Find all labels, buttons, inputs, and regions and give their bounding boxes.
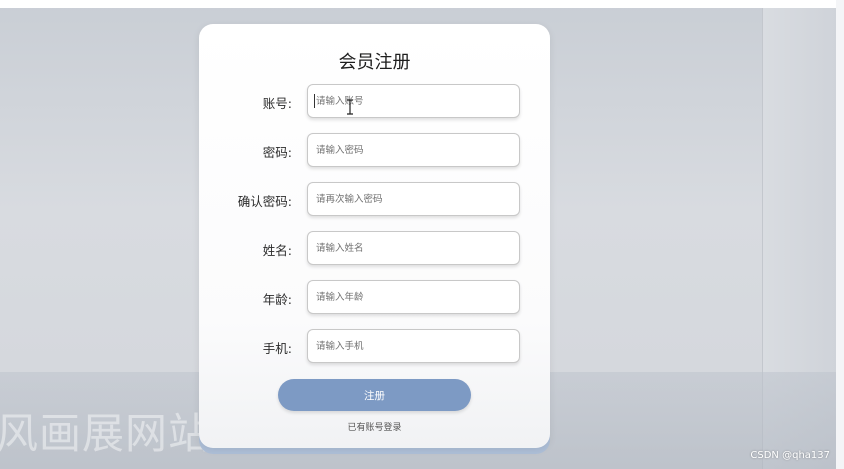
top-edge	[0, 0, 844, 8]
age-label: 年龄:	[262, 292, 292, 307]
age-input[interactable]	[307, 280, 520, 314]
confirm-password-label: 确认密码:	[237, 194, 292, 209]
register-button[interactable]: 注册	[278, 379, 471, 411]
name-label: 姓名:	[262, 243, 292, 258]
phone-input[interactable]	[307, 329, 520, 363]
field-row-age: 年龄:	[199, 280, 550, 314]
name-input[interactable]	[307, 231, 520, 265]
password-label: 密码:	[262, 145, 292, 160]
background-watermark: 风画展网站	[0, 409, 212, 458]
register-card: 会员注册 账号: 密码: 确认密码: 姓名: 年龄: 手机: 注册 已有账号登录	[199, 24, 550, 448]
text-caret	[314, 94, 315, 108]
field-row-confirm-password: 确认密码:	[199, 182, 550, 216]
field-row-phone: 手机:	[199, 329, 550, 363]
confirm-password-input[interactable]	[307, 182, 520, 216]
login-link[interactable]: 已有账号登录	[199, 420, 550, 433]
field-row-password: 密码:	[199, 133, 550, 167]
field-row-name: 姓名:	[199, 231, 550, 265]
account-input[interactable]	[307, 84, 520, 118]
field-row-account: 账号:	[199, 84, 550, 118]
right-edge	[836, 0, 844, 469]
account-label: 账号:	[262, 96, 292, 111]
text-cursor-icon	[347, 99, 353, 115]
csdn-credit: CSDN @qha137	[750, 450, 830, 461]
form-title: 会员注册	[338, 52, 411, 73]
password-input[interactable]	[307, 133, 520, 167]
phone-label: 手机:	[262, 341, 292, 356]
